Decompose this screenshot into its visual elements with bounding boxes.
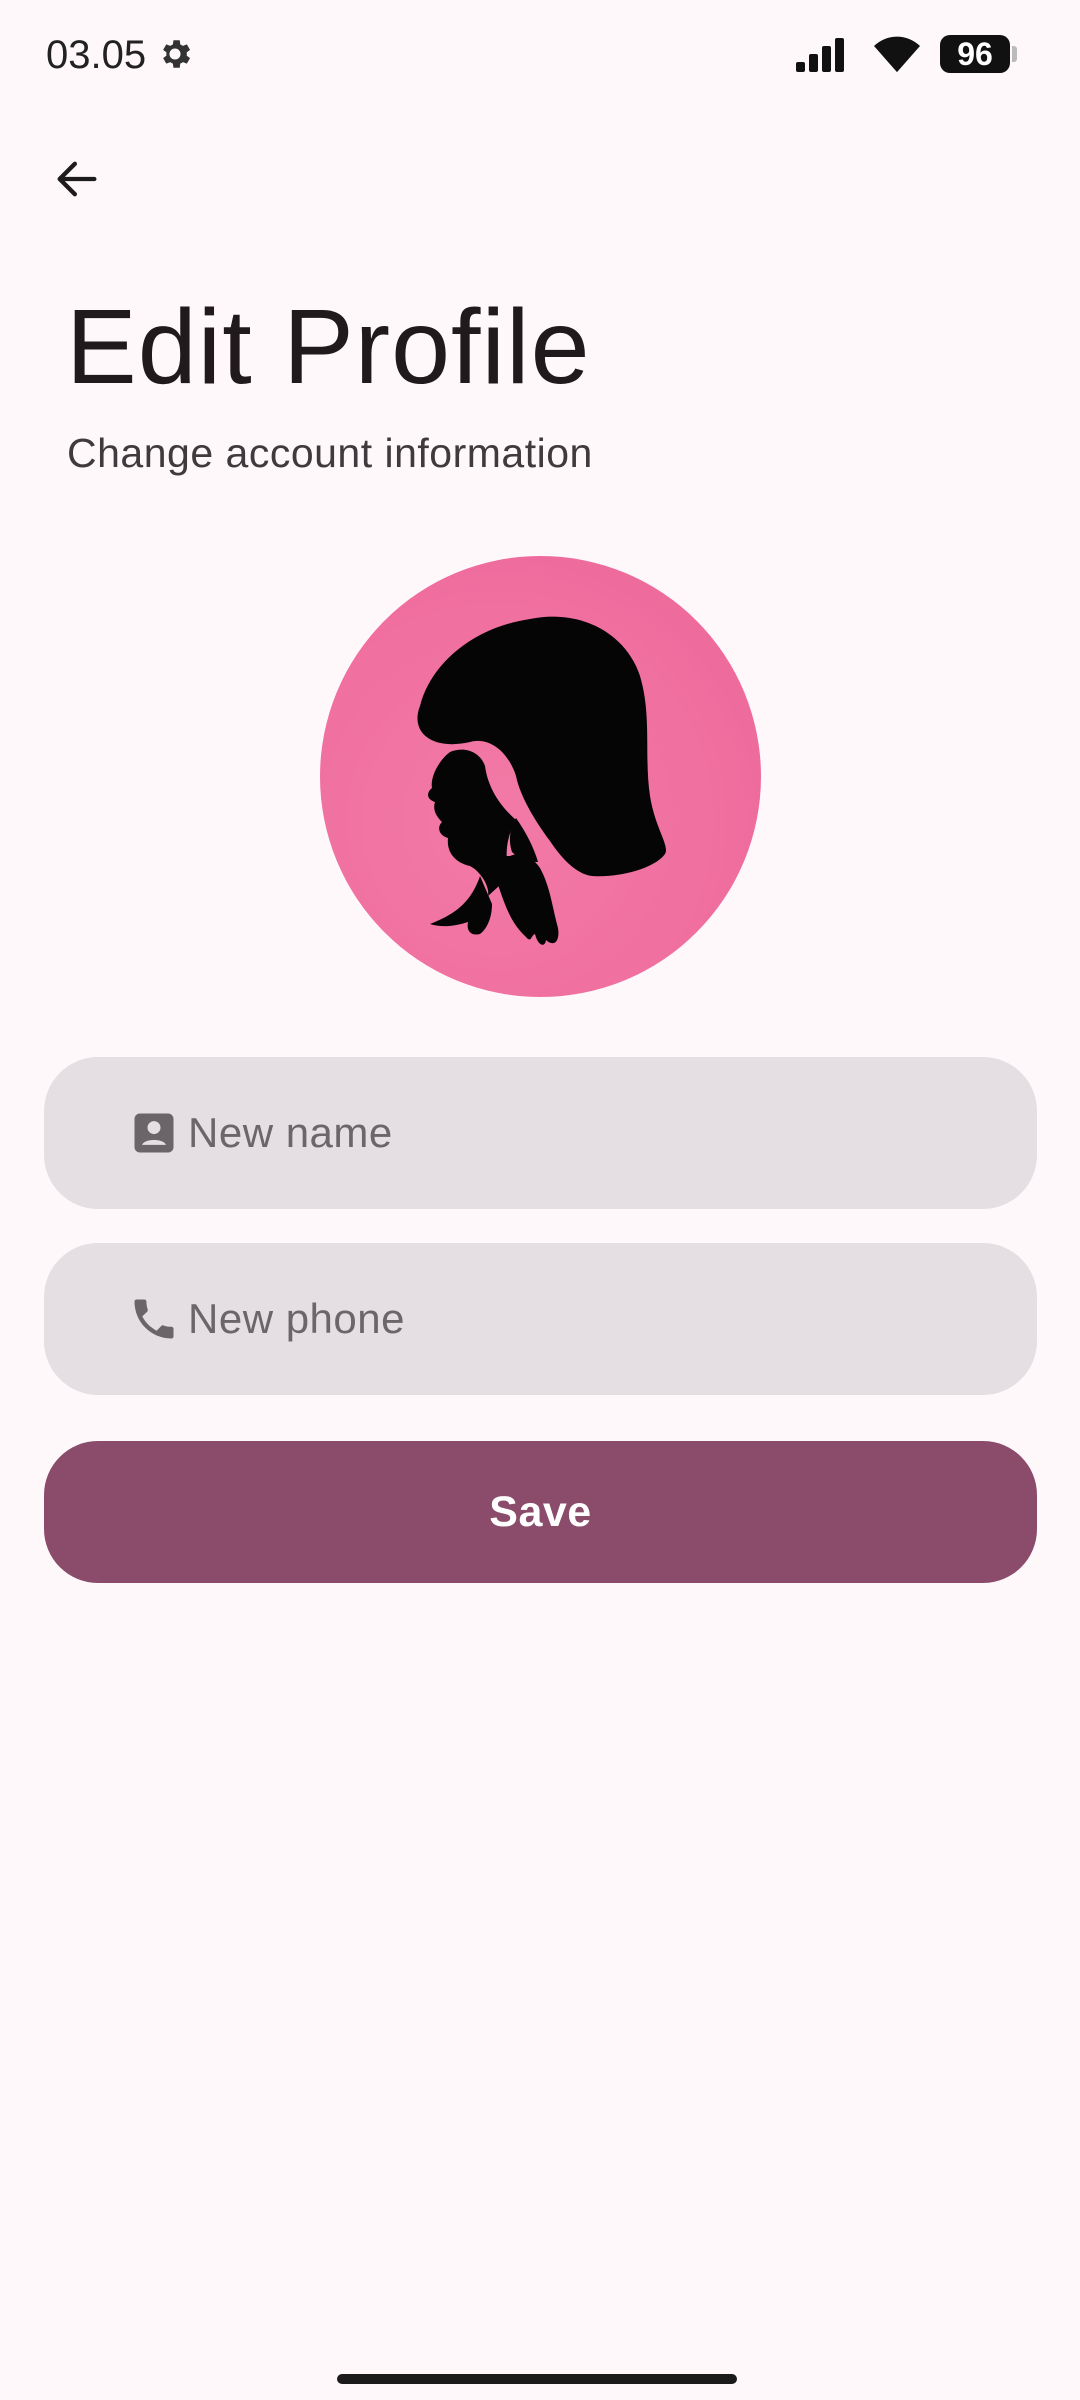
page-subtitle: Change account information	[67, 430, 593, 476]
battery-icon: 96	[940, 35, 1010, 73]
gear-icon	[156, 35, 194, 73]
name-input[interactable]	[188, 1057, 988, 1209]
save-button[interactable]: Save	[44, 1441, 1037, 1583]
phone-field[interactable]	[44, 1243, 1037, 1395]
wifi-icon	[872, 34, 922, 74]
status-time: 03.05	[46, 33, 147, 77]
signal-icon	[794, 36, 850, 74]
page-title: Edit Profile	[66, 288, 591, 406]
back-button[interactable]	[40, 142, 114, 216]
status-bar: 03.05 96	[0, 0, 1080, 110]
woman-silhouette-icon	[417, 616, 667, 945]
avatar[interactable]	[320, 556, 761, 997]
contact-card-icon	[128, 1107, 180, 1159]
phone-input[interactable]	[188, 1243, 988, 1395]
arrow-left-icon	[57, 161, 97, 197]
home-indicator[interactable]	[337, 2374, 737, 2384]
phone-icon	[128, 1293, 180, 1345]
name-field[interactable]	[44, 1057, 1037, 1209]
battery-tip	[1012, 46, 1017, 62]
